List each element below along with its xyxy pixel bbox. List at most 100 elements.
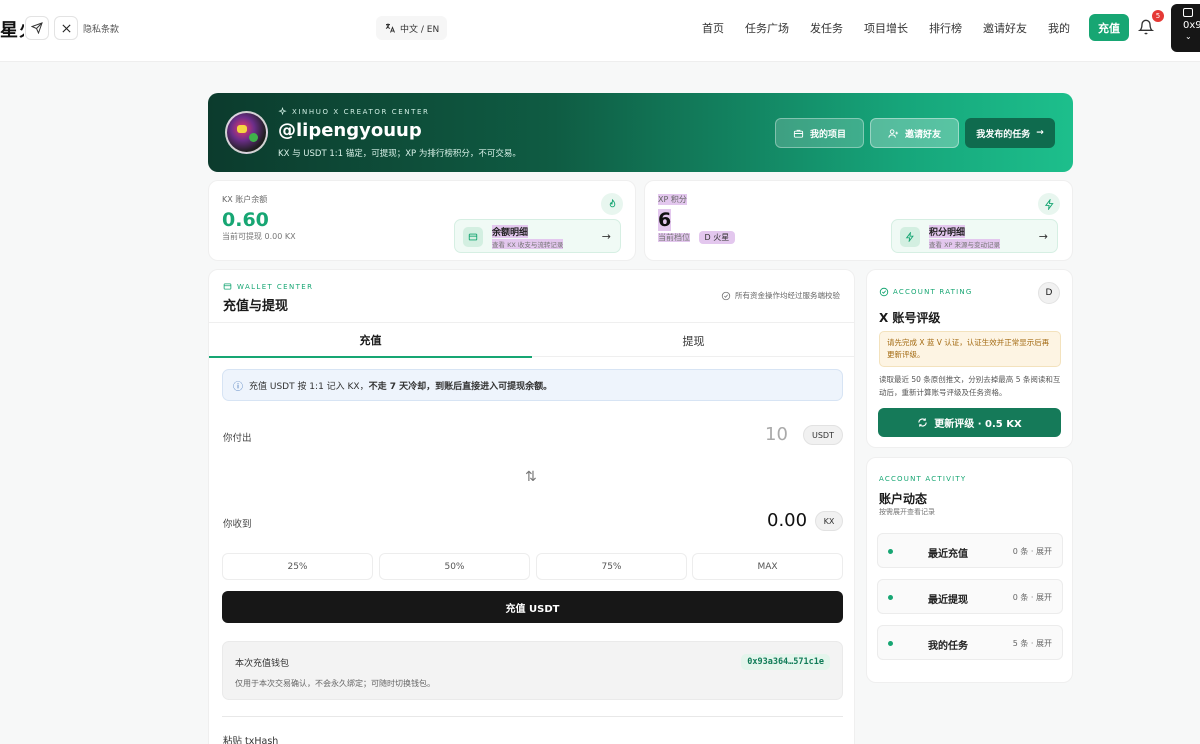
bell-icon[interactable]	[1138, 18, 1154, 36]
notification-badge: 5	[1152, 10, 1164, 22]
tab-deposit[interactable]: 充值	[209, 323, 532, 358]
wallet-chip[interactable]: 0x9 ⌄	[1171, 4, 1200, 52]
xp-label: XP 积分	[658, 194, 687, 205]
pay-amount-input[interactable]: 10	[765, 424, 788, 445]
privacy-link[interactable]: 隐私条款	[83, 22, 119, 35]
activity-recent-withdrawals[interactable]: 最近提现 0 条 · 展开	[877, 579, 1063, 614]
wallet-icon	[1183, 8, 1193, 17]
briefcase-icon	[793, 129, 804, 138]
deposit-wallet-sub: 仅用于本次交易确认，不会永久绑定；可随时切换钱包。	[235, 679, 435, 688]
kx-balance-card: KX 账户余额 0.60 当前可提现 0.00 KX 余额明细 查看 KX 收支…	[208, 180, 636, 261]
status-dot	[888, 595, 893, 600]
activity-kicker: ACCOUNT ACTIVITY	[879, 475, 967, 483]
language-toggle[interactable]: 中文 / EN	[376, 16, 448, 40]
check-circle-icon	[879, 287, 889, 297]
nav-invite[interactable]: 邀请好友	[983, 20, 1027, 36]
verified-note: 所有资金操作均经过服务端校验	[721, 290, 840, 301]
rating-kicker: ACCOUNT RATING	[879, 287, 972, 297]
hero-subtitle: KX 与 USDT 1:1 锚定，可提现；XP 为排行榜积分，不可交易。	[278, 149, 521, 159]
activity-recent-deposits[interactable]: 最近充值 0 条 · 展开	[877, 533, 1063, 568]
nav-post-task[interactable]: 发任务	[810, 20, 843, 36]
nav-home[interactable]: 首页	[702, 20, 724, 36]
translate-icon	[385, 23, 395, 33]
nav-leaderboard[interactable]: 排行榜	[929, 20, 962, 36]
telegram-icon	[31, 22, 43, 34]
creator-hero: XINHUO X CREATOR CENTER @lipengyouup KX …	[208, 93, 1073, 172]
tab-withdraw[interactable]: 提现	[532, 323, 854, 358]
receive-label: 你收到	[223, 519, 252, 530]
info-icon: ⓘ	[233, 381, 243, 393]
arrow-right-icon: →	[601, 230, 611, 243]
my-projects-button[interactable]: 我的项目	[775, 118, 864, 148]
xp-grade-badge: D 火星	[698, 231, 736, 244]
rating-warning: 请先完成 X 蓝 V 认证，认证生效并正常显示后再更新评级。	[879, 331, 1061, 367]
rating-title: X 账号评级	[879, 311, 941, 325]
kx-value: 0.60	[222, 209, 269, 231]
xp-detail-link[interactable]: 积分明细 查看 XP 来源与变动记录 →	[891, 219, 1058, 253]
brand-logo[interactable]: 星火	[0, 16, 24, 42]
avatar	[225, 111, 268, 154]
xp-card: XP 积分 6 当前档位 D 火星 积分明细 查看 XP 来源与变动记录 →	[644, 180, 1073, 261]
activity-my-tasks[interactable]: 我的任务 5 条 · 展开	[877, 625, 1063, 660]
update-rating-button[interactable]: 更新评级 · 0.5 KX	[878, 408, 1061, 437]
account-rating-card: ACCOUNT RATING D X 账号评级 请先完成 X 蓝 V 认证，认证…	[866, 269, 1073, 448]
swap-icon[interactable]: ⇅	[525, 469, 537, 485]
activity-sub: 按需展开查看记录	[879, 508, 935, 516]
rating-grade-badge: D	[1038, 282, 1060, 304]
refresh-icon	[918, 418, 927, 427]
language-label: 中文 / EN	[400, 24, 440, 35]
flame-icon	[601, 193, 623, 215]
x-social-button[interactable]	[54, 16, 78, 40]
receive-unit-badge: KX	[815, 511, 843, 531]
wallet-kicker: WALLET CENTER	[223, 282, 313, 291]
invite-friends-button[interactable]: 邀请好友	[870, 118, 959, 148]
pct-25-button[interactable]: 25%	[222, 553, 373, 580]
hero-kicker: XINHUO X CREATOR CENTER	[278, 107, 429, 116]
bolt-icon	[1038, 193, 1060, 215]
xp-value: 6	[658, 209, 672, 231]
nav-topup-button[interactable]: 充值	[1089, 14, 1129, 41]
chevron-down-icon: ⌄	[1185, 32, 1192, 41]
wallet-icon	[463, 227, 483, 247]
pct-max-button[interactable]: MAX	[692, 553, 843, 580]
wallet-address-short: 0x9	[1183, 20, 1200, 31]
pay-unit-badge: USDT	[803, 425, 843, 445]
my-posted-tasks-button[interactable]: 我发布的任务 →	[965, 118, 1055, 148]
bolt-icon	[900, 227, 920, 247]
divider	[222, 716, 843, 717]
balance-detail-title: 余额明细	[492, 225, 529, 238]
activity-title: 账户动态	[879, 492, 928, 506]
kx-withdrawable: 当前可提现 0.00 KX	[222, 232, 296, 241]
sparkle-icon	[278, 107, 287, 116]
check-circle-icon	[721, 291, 731, 300]
nav-project-growth[interactable]: 项目增长	[864, 20, 908, 36]
arrow-right-icon: →	[1038, 230, 1048, 243]
pay-label: 你付出	[223, 433, 252, 444]
xp-tier: 当前档位 D 火星	[658, 231, 736, 244]
wallet-title: 充值与提现	[223, 299, 289, 314]
wallet-address[interactable]: 0x93a364…571c1e	[741, 654, 830, 670]
balance-detail-sub: 查看 KX 收支与流转记录	[492, 239, 564, 249]
deposit-submit-button[interactable]: 充值 USDT	[222, 591, 843, 623]
status-dot	[888, 641, 893, 646]
deposit-notice: ⓘ 充值 USDT 按 1:1 记入 KX，不走 7 天冷却，到账后直接进入可提…	[222, 369, 843, 401]
rating-description: 读取最近 50 条原创推文，分别去掉最高 5 条阅读和互动后，重新计算账号评级及…	[879, 375, 1061, 397]
wallet-tabs: 充值 提现	[209, 322, 854, 358]
x-logo-icon	[61, 23, 71, 33]
xp-detail-sub: 查看 XP 来源与变动记录	[929, 239, 1001, 249]
top-nav: 星火 隐私条款 中文 / EN 首页 任务广场 发任务 项目增长 排行榜 邀请好…	[0, 0, 1200, 62]
deposit-wallet-title: 本次充值钱包	[235, 659, 290, 669]
nav-mine[interactable]: 我的	[1048, 20, 1070, 36]
xp-detail-title: 积分明细	[929, 225, 966, 238]
pct-50-button[interactable]: 50%	[379, 553, 530, 580]
wallet-icon	[223, 283, 232, 290]
nav-task-square[interactable]: 任务广场	[745, 20, 789, 36]
pct-75-button[interactable]: 75%	[536, 553, 687, 580]
telegram-button[interactable]	[25, 16, 49, 40]
nav-links: 首页 任务广场 发任务 项目增长 排行榜 邀请好友 我的	[702, 20, 1091, 36]
balance-detail-link[interactable]: 余额明细 查看 KX 收支与流转记录 →	[454, 219, 621, 253]
account-activity-card: ACCOUNT ACTIVITY 账户动态 按需展开查看记录 最近充值 0 条 …	[866, 457, 1073, 683]
deposit-wallet-box: 本次充值钱包 仅用于本次交易确认，不会永久绑定；可随时切换钱包。 0x93a36…	[222, 641, 843, 700]
user-handle: @lipengyouup	[278, 120, 422, 141]
txhash-label: 粘贴 txHash	[223, 736, 279, 744]
